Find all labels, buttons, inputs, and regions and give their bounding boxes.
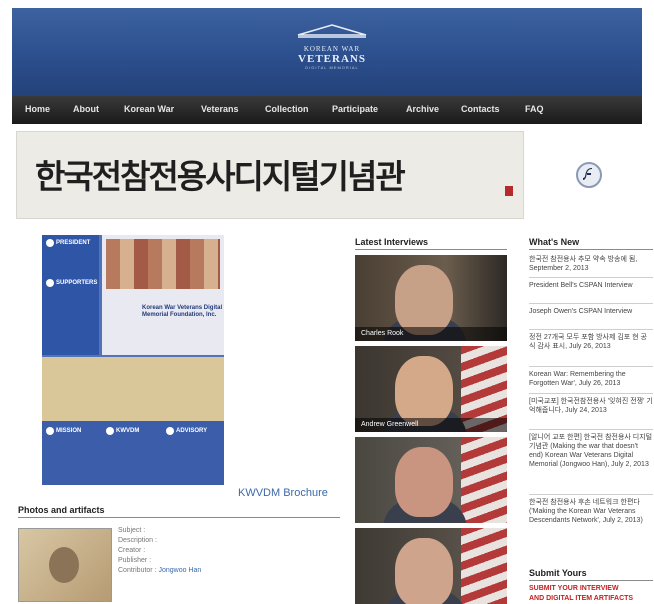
- bullet-icon: [106, 427, 114, 435]
- field-label: Publisher :: [118, 557, 152, 564]
- field-label: Subject :: [118, 527, 146, 534]
- veteran-face: [395, 447, 453, 517]
- interview-thumbnail[interactable]: Charles Rook: [355, 255, 507, 341]
- submit-divider: [529, 580, 653, 581]
- flag-background: [461, 437, 507, 523]
- logo-line-1: KOREAN WAR: [303, 45, 361, 53]
- capitol-roof-icon: [297, 24, 367, 38]
- flag-background: [461, 528, 507, 604]
- artifact-photo-subject: [49, 547, 79, 583]
- brochure-title: Korean War Veterans Digital Memorial Fou…: [142, 305, 223, 318]
- photos-heading: Photos and artifacts: [18, 505, 105, 515]
- news-item[interactable]: Joseph Owen's CSPAN Interview: [529, 307, 653, 316]
- photos-divider: [18, 517, 340, 518]
- news-divider: [529, 329, 653, 330]
- nav-item-veterans[interactable]: Veterans: [201, 104, 239, 114]
- brochure-label-advisory: ADVISORY: [176, 428, 208, 434]
- nav-item-collection[interactable]: Collection: [265, 104, 309, 114]
- submit-artifacts-link[interactable]: AND DIGITAL ITEM ARTIFACTS: [529, 595, 633, 602]
- nav-item-participate[interactable]: Participate: [332, 104, 378, 114]
- nav-item-archive[interactable]: Archive: [406, 104, 439, 114]
- field-label: Creator :: [118, 547, 146, 554]
- red-seal-stamp: [505, 186, 513, 196]
- banner-calligraphy: 한국전참전용사디지털기념관: [35, 157, 406, 196]
- interviews-heading: Latest Interviews: [355, 237, 429, 247]
- news-divider: [529, 494, 653, 495]
- interview-thumbnail[interactable]: [355, 437, 507, 523]
- flash-plugin-icon[interactable]: [576, 162, 602, 188]
- bullet-icon: [166, 427, 174, 435]
- interviewee-name: Andrew Greenwell: [361, 421, 419, 428]
- brochure-label-president: PRESIDENT: [56, 240, 91, 246]
- nav-item-contacts[interactable]: Contacts: [461, 104, 500, 114]
- brochure-label-kwvdm: KWVDM: [116, 428, 140, 434]
- nav-item-about[interactable]: About: [73, 104, 99, 114]
- news-divider: [529, 366, 653, 367]
- interviewee-name: Charles Rook: [361, 330, 404, 337]
- logo-line-2: VETERANS: [298, 53, 366, 65]
- interviews-divider: [355, 249, 507, 250]
- field-label: Contributor :: [118, 567, 157, 574]
- logo-line-3: DIGITAL MEMORIAL: [305, 65, 359, 70]
- news-divider: [529, 277, 653, 278]
- brochure-label-mission: MISSION: [56, 428, 82, 434]
- news-item[interactable]: [미국교포] 한국전참전용사 '잊혀진 전쟁' 기억해줍니다, July 24,…: [529, 397, 653, 415]
- brochure-cover-panel: Korean War Veterans Digital Memorial Fou…: [102, 235, 224, 355]
- artifact-field: Contributor : Jongwoo Han: [118, 567, 201, 574]
- interview-thumbnail[interactable]: [355, 528, 507, 604]
- site-logo[interactable]: KOREAN WAR VETERANS DIGITAL MEMORIAL: [282, 24, 382, 80]
- artifact-photo[interactable]: [18, 528, 112, 602]
- news-item[interactable]: 한국전 참전용사 추모 약속 방송에 됨, September 2, 2013: [529, 255, 653, 273]
- artifact-field: Description :: [118, 537, 157, 544]
- submit-interview-link[interactable]: SUBMIT YOUR INTERVIEW: [529, 585, 619, 592]
- news-item[interactable]: [알니어 교포 한편] 한국전 참전용사 디지털 기념관 (Making the…: [529, 433, 653, 469]
- main-nav: Home About Korean War Veterans Collectio…: [12, 96, 642, 124]
- artifact-field: Subject :: [118, 527, 145, 534]
- news-divider: [529, 303, 653, 304]
- whats-new-divider: [529, 249, 653, 250]
- bullet-icon: [46, 427, 54, 435]
- bullet-icon: [46, 239, 54, 247]
- field-label: Description :: [118, 537, 157, 544]
- news-divider: [529, 429, 653, 430]
- news-item[interactable]: President Bell's CSPAN Interview: [529, 281, 653, 290]
- bullet-icon: [46, 279, 54, 287]
- brochure-label-supporters: SUPPORTERS: [56, 280, 98, 286]
- calligraphy-banner[interactable]: 한국전참전용사디지털기념관: [16, 131, 524, 219]
- news-item[interactable]: Korean War: Remembering the Forgotten Wa…: [529, 370, 653, 388]
- kwvdm-brochure-link[interactable]: KWVDM Brochure: [238, 487, 328, 499]
- artifact-field: Publisher :: [118, 557, 151, 564]
- veteran-face: [395, 356, 453, 426]
- nav-item-faq[interactable]: FAQ: [525, 104, 544, 114]
- interview-caption: Andrew Greenwell: [355, 418, 507, 432]
- brochure-photo-strip: [106, 239, 220, 289]
- submit-heading: Submit Yours: [529, 568, 587, 578]
- nav-item-korean-war[interactable]: Korean War: [124, 104, 174, 114]
- brochure-left-panel: [42, 235, 99, 355]
- artifact-field: Creator :: [118, 547, 145, 554]
- news-item[interactable]: 정전 27개국 모두 포함 방사제 김포 현 공식 감사 표시, July 26…: [529, 333, 653, 351]
- site-header: KOREAN WAR VETERANS DIGITAL MEMORIAL: [12, 8, 642, 96]
- brochure-middle-panel: [42, 357, 224, 421]
- news-item[interactable]: 한국전 참전용사 후손 네트워크 한편다 ('Making the Korean…: [529, 498, 653, 525]
- kwvdm-brochure-image[interactable]: Korean War Veterans Digital Memorial Fou…: [42, 235, 224, 485]
- whats-new-heading: What's New: [529, 237, 580, 247]
- news-divider: [529, 393, 653, 394]
- veteran-face: [395, 538, 453, 604]
- contributor-link[interactable]: Jongwoo Han: [158, 567, 201, 574]
- interview-caption: Charles Rook: [355, 327, 507, 341]
- veteran-face: [395, 265, 453, 335]
- interview-thumbnail[interactable]: Andrew Greenwell: [355, 346, 507, 432]
- nav-item-home[interactable]: Home: [25, 104, 50, 114]
